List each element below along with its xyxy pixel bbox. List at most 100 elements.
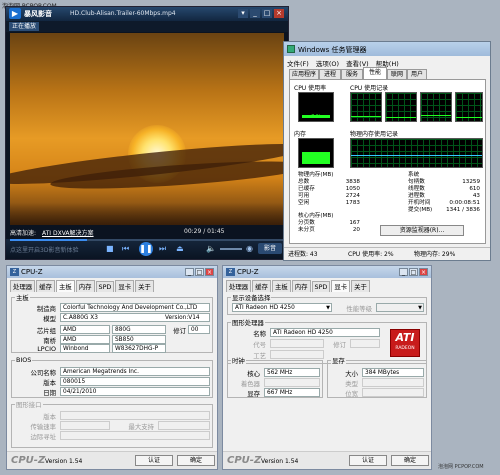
volume-slider[interactable]: [220, 248, 242, 250]
southbridge-vendor: AMD: [60, 335, 110, 344]
tab-networking[interactable]: 联网: [387, 69, 407, 79]
performance-pane: CPU 使用率 8 % CPU 使用记录 内存 1.08 GB 物理内存使用记录…: [289, 79, 486, 244]
menu-options[interactable]: 选项(O): [316, 60, 339, 68]
bios-version-value: 080015: [60, 377, 210, 386]
tab-about[interactable]: 关于: [135, 280, 154, 292]
previous-icon[interactable]: ⏮: [122, 244, 129, 254]
maximize-button[interactable]: □: [195, 268, 204, 276]
tab-memory[interactable]: 内存: [75, 280, 95, 292]
tab-spd[interactable]: SPD: [95, 281, 115, 292]
gi-max-value: [158, 421, 210, 430]
stat-row: 空闲 1783: [298, 200, 360, 207]
time-display: 00:29 / 01:45: [184, 228, 224, 235]
chipset-name: 880G: [112, 325, 166, 334]
player-minimize-button[interactable]: _: [250, 9, 260, 18]
memory-value: 1.08 GB: [305, 160, 327, 166]
memory-size-label: 大小: [345, 370, 358, 378]
memory-type-label: 类型: [345, 380, 358, 388]
ad-text[interactable]: 点这里开启3D影音新体验: [10, 245, 78, 254]
tab-processes[interactable]: 进程: [319, 69, 341, 79]
tab-about[interactable]: 关于: [351, 280, 370, 292]
open-file-icon[interactable]: ⏏: [176, 244, 184, 253]
tab-mainboard[interactable]: 主板: [55, 280, 75, 292]
pause-button[interactable]: ❚❚: [139, 242, 153, 256]
gpu-revision-label: 修订: [333, 341, 346, 349]
memory-meter: 1.08 GB: [298, 138, 334, 168]
bios-date-value: 04/21/2010: [60, 387, 210, 396]
gi-max-label: 最大支持: [128, 423, 154, 431]
minimize-button[interactable]: _: [399, 268, 408, 276]
volume-icon[interactable]: 🔈: [206, 244, 216, 253]
display-device-select[interactable]: ATI Radeon HD 4250 ▼: [232, 303, 332, 312]
bios-brand-value: American Megatrends Inc.: [60, 367, 210, 376]
chevron-down-icon: ▼: [418, 305, 422, 311]
gpu-name-label: 名称: [253, 330, 266, 338]
cpuz-right-title: CPU-Z: [237, 268, 259, 276]
tab-users[interactable]: 用户: [407, 69, 427, 79]
perf-level-label: 性能等级: [346, 305, 372, 313]
tab-mainboard[interactable]: 主板: [271, 280, 291, 292]
tab-performance[interactable]: 性能: [363, 67, 387, 79]
status-processes: 进程数: 43: [288, 251, 318, 258]
shader-clock-label: 着色器: [240, 380, 260, 388]
stop-icon[interactable]: ■: [106, 244, 114, 253]
tab-spd[interactable]: SPD: [311, 281, 331, 292]
tab-applications[interactable]: 应用程序: [289, 69, 319, 79]
ok-button[interactable]: 确定: [177, 455, 215, 466]
status-memory: 物理内存: 29%: [414, 251, 456, 258]
cpu-usage-value: 8 %: [311, 114, 321, 120]
bios-section-title: BIOS: [15, 356, 33, 364]
tab-processor[interactable]: 处理器: [226, 280, 252, 292]
tab-cache[interactable]: 缓存: [36, 280, 55, 292]
cpuz-icon: Z: [10, 268, 19, 276]
gpu-section-title: 图形处理器: [231, 318, 265, 327]
cpuz-logo: CPU-Z: [227, 455, 262, 466]
tab-cache[interactable]: 缓存: [252, 280, 271, 292]
cpuz-right-title-bar[interactable]: Z CPU-Z _ □ ×: [223, 266, 431, 278]
manufacturer-value: Colorful Technology And Development Co.,…: [60, 303, 210, 312]
cpuz-left-title: CPU-Z: [21, 268, 43, 276]
memory-bus-label: 位宽: [345, 390, 358, 398]
video-memory-section: 显存 大小 384 MBytes 类型 位宽: [327, 356, 427, 398]
tab-processor[interactable]: 处理器: [10, 280, 36, 292]
menu-file[interactable]: 文件(F): [287, 60, 309, 68]
close-button[interactable]: ×: [205, 268, 214, 276]
tm-title-bar[interactable]: Windows 任务管理器: [284, 42, 490, 56]
chevron-down-icon: ▼: [326, 305, 330, 311]
gpu-code-value: [270, 339, 324, 348]
screenshot-icon[interactable]: ◉: [246, 244, 253, 253]
time-current: 00:29: [184, 228, 202, 235]
seek-bar[interactable]: [10, 239, 284, 241]
revision-value: 00: [188, 325, 210, 334]
next-icon[interactable]: ⏭: [159, 244, 166, 254]
tab-memory[interactable]: 内存: [291, 280, 311, 292]
close-button[interactable]: ×: [419, 268, 428, 276]
3d-mode-button[interactable]: 影音: [258, 243, 282, 254]
resource-monitor-button[interactable]: 资源监视器(R)...: [380, 225, 464, 236]
player-close-button[interactable]: ×: [274, 9, 284, 18]
ok-button[interactable]: 确定: [391, 455, 429, 466]
accel-value-link[interactable]: ATI DXVA解决方案: [42, 228, 94, 237]
storm-logo-icon: ▶: [9, 8, 21, 19]
perf-level-select[interactable]: ▼: [376, 303, 424, 312]
tab-services[interactable]: 服务: [341, 69, 363, 79]
display-select-section: 显示设备选择 ATI Radeon HD 4250 ▼ 性能等级 ▼: [227, 293, 427, 315]
video-area[interactable]: [10, 33, 284, 225]
now-playing-tab[interactable]: 正在播放: [9, 22, 40, 31]
player-title-bar[interactable]: ▶ 暴风影音 HD.Club-Alisan.Trailer-60Mbps.mp4…: [6, 7, 288, 21]
player-menu-button[interactable]: ▾: [238, 9, 248, 18]
minimize-button[interactable]: _: [185, 268, 194, 276]
cpuz-left-title-bar[interactable]: Z CPU-Z _ □ ×: [7, 266, 217, 278]
cpu-history-graph-1: [350, 92, 382, 122]
validate-button[interactable]: 认证: [349, 455, 387, 466]
tab-graphics[interactable]: 显卡: [115, 280, 135, 292]
player-maximize-button[interactable]: □: [262, 9, 272, 18]
cpu-history-graph-3: [420, 92, 452, 122]
tab-graphics[interactable]: 显卡: [331, 280, 351, 292]
stat-row: 提交(MB) 1341 / 3836: [408, 207, 480, 214]
validate-button[interactable]: 认证: [135, 455, 173, 466]
manufacturer-label: 制造商: [36, 305, 56, 313]
gi-side-label: 边际寻址: [30, 433, 56, 441]
maximize-button[interactable]: □: [409, 268, 418, 276]
ati-radeon-logo: ATI RADEON: [390, 329, 420, 357]
